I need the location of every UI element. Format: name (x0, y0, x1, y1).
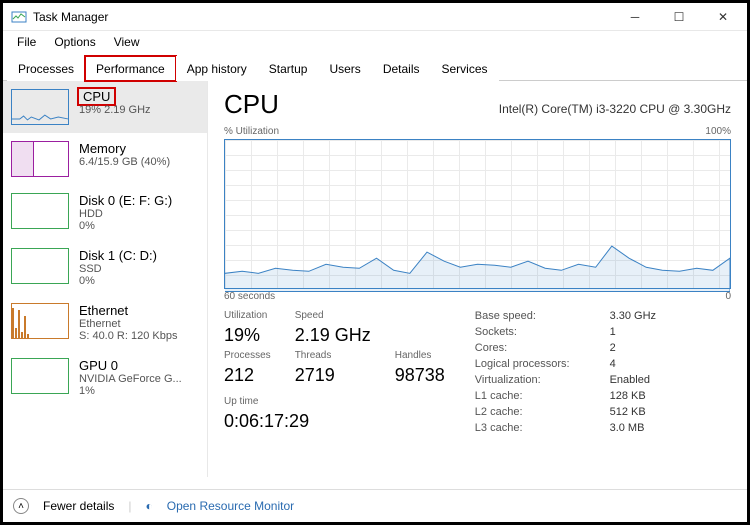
sidebar-item-disk0[interactable]: Disk 0 (E: F: G:) HDD 0% (3, 185, 207, 240)
resmon-icon: ◐ (146, 499, 153, 513)
open-resource-monitor-link[interactable]: Open Resource Monitor (167, 499, 294, 513)
cores-value: 2 (610, 342, 656, 354)
threads-value: 2719 (295, 365, 371, 388)
sidebar-disk0-sub: HDD (79, 208, 172, 220)
close-button[interactable]: ✕ (701, 3, 745, 31)
sockets-value: 1 (610, 326, 656, 338)
tab-processes[interactable]: Processes (7, 56, 85, 81)
processes-value: 212 (224, 365, 271, 388)
titlebar: Task Manager ─ ☐ ✕ (3, 3, 747, 31)
lprocs-label: Logical processors: (475, 358, 570, 370)
sidebar-memory-title: Memory (79, 141, 170, 156)
tabs: Processes Performance App history Startu… (3, 55, 747, 81)
sidebar-item-memory[interactable]: Memory 6.4/15.9 GB (40%) (3, 133, 207, 185)
processes-label: Processes (224, 350, 271, 363)
sidebar-disk1-pct: 0% (79, 275, 157, 287)
main-panel: CPU Intel(R) Core(TM) i3-3220 CPU @ 3.30… (208, 81, 747, 477)
l3-value: 3.0 MB (610, 422, 656, 434)
sidebar: CPU 19% 2.19 GHz Memory 6.4/15.9 GB (40%… (3, 81, 208, 477)
tab-performance[interactable]: Performance (85, 56, 176, 81)
chart-xmax: 60 seconds (224, 291, 275, 302)
sidebar-memory-sub: 6.4/15.9 GB (40%) (79, 156, 170, 168)
sidebar-gpu-pct: 1% (79, 385, 182, 397)
stats-secondary: Base speed: 3.30 GHz Sockets: 1 Cores: 2 Lo… (475, 310, 656, 434)
l2-label: L2 cache: (475, 406, 570, 418)
sidebar-gpu-title: GPU 0 (79, 358, 182, 373)
tab-services[interactable]: Services (431, 56, 499, 81)
stats-primary: Utilization Speed 19% 2.19 GHz Processes… (224, 310, 445, 434)
sidebar-disk1-sub: SSD (79, 263, 157, 275)
menu-options[interactable]: Options (46, 33, 103, 51)
virt-label: Virtualization: (475, 374, 570, 386)
tab-startup[interactable]: Startup (258, 56, 319, 81)
sidebar-eth-sub: Ethernet (79, 318, 177, 330)
maximize-button[interactable]: ☐ (657, 3, 701, 31)
sidebar-item-cpu[interactable]: CPU 19% 2.19 GHz (3, 81, 207, 133)
l3-label: L3 cache: (475, 422, 570, 434)
utilization-label: Utilization (224, 310, 271, 323)
window-title: Task Manager (33, 10, 613, 24)
cpu-utilization-chart[interactable] (224, 139, 731, 289)
menu-file[interactable]: File (9, 33, 44, 51)
menu-view[interactable]: View (106, 33, 148, 51)
chevron-up-icon[interactable]: ˄ (13, 498, 29, 514)
sidebar-item-ethernet[interactable]: Ethernet Ethernet S: 40.0 R: 120 Kbps (3, 295, 207, 350)
memory-thumb-icon (11, 141, 69, 177)
gpu-thumb-icon (11, 358, 69, 394)
speed-value: 2.19 GHz (295, 325, 371, 348)
sidebar-item-disk1[interactable]: Disk 1 (C: D:) SSD 0% (3, 240, 207, 295)
uptime-value: 0:06:17:29 (224, 411, 445, 434)
sidebar-gpu-sub: NVIDIA GeForce G... (79, 373, 182, 385)
sidebar-cpu-title: CPU (79, 89, 114, 104)
sidebar-cpu-sub: 19% 2.19 GHz (79, 104, 151, 116)
chart-xmin: 0 (725, 291, 731, 302)
handles-value: 98738 (395, 365, 445, 388)
base-speed-label: Base speed: (475, 310, 570, 322)
fewer-details-link[interactable]: Fewer details (43, 499, 114, 513)
ethernet-thumb-icon (11, 303, 69, 339)
speed-label: Speed (295, 310, 371, 323)
app-icon (11, 9, 27, 25)
disk1-thumb-icon (11, 248, 69, 284)
menubar: File Options View (3, 31, 747, 55)
cpu-thumb-icon (11, 89, 69, 125)
base-speed-value: 3.30 GHz (610, 310, 656, 322)
tab-app-history[interactable]: App history (176, 56, 258, 81)
sidebar-disk0-title: Disk 0 (E: F: G:) (79, 193, 172, 208)
l1-label: L1 cache: (475, 390, 570, 402)
disk0-thumb-icon (11, 193, 69, 229)
threads-label: Threads (295, 350, 371, 363)
sidebar-disk0-pct: 0% (79, 220, 172, 232)
utilization-value: 19% (224, 325, 271, 348)
handles-label: Handles (395, 350, 445, 363)
chart-ymax: 100% (705, 126, 731, 137)
lprocs-value: 4 (610, 358, 656, 370)
l2-value: 512 KB (610, 406, 656, 418)
tab-users[interactable]: Users (318, 56, 371, 81)
sidebar-eth-title: Ethernet (79, 303, 177, 318)
tab-details[interactable]: Details (372, 56, 431, 81)
cores-label: Cores: (475, 342, 570, 354)
chart-ylabel: % Utilization (224, 126, 279, 137)
cpu-model: Intel(R) Core(TM) i3-3220 CPU @ 3.30GHz (499, 102, 731, 116)
virt-value: Enabled (610, 374, 656, 386)
page-title: CPU (224, 89, 279, 120)
minimize-button[interactable]: ─ (613, 3, 657, 31)
l1-value: 128 KB (610, 390, 656, 402)
sidebar-eth-rate: S: 40.0 R: 120 Kbps (79, 330, 177, 342)
footer: ˄ Fewer details | ◐ Open Resource Monito… (3, 489, 747, 522)
sidebar-item-gpu0[interactable]: GPU 0 NVIDIA GeForce G... 1% (3, 350, 207, 405)
uptime-label: Up time (224, 396, 445, 409)
sidebar-disk1-title: Disk 1 (C: D:) (79, 248, 157, 263)
sockets-label: Sockets: (475, 326, 570, 338)
